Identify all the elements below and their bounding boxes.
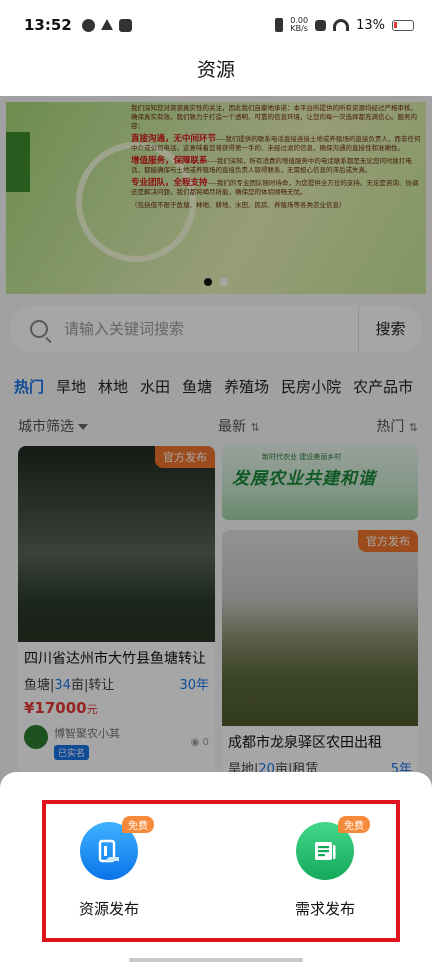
free-badge: 免费 [338, 816, 370, 833]
sim-off-icon [315, 19, 327, 31]
free-badge: 免费 [122, 816, 154, 833]
document-icon [98, 839, 119, 863]
app-notification-icon [81, 18, 95, 32]
status-time: 13:52 [24, 16, 72, 34]
notification-icons [81, 18, 132, 32]
home-indicator[interactable] [129, 958, 303, 962]
crown-icon [100, 18, 113, 30]
publish-circle: 免费 [80, 816, 154, 880]
list-icon [315, 842, 336, 860]
battery-percent: 13% [356, 17, 385, 33]
message-icon [118, 18, 132, 32]
system-icons: 0.00 KB/s 13% [275, 17, 414, 33]
demand-publish-label: 需求发布 [294, 900, 355, 918]
resource-publish-button[interactable]: 免费 资源发布 [54, 816, 164, 919]
resource-publish-label: 资源发布 [78, 900, 139, 918]
net-speed: 0.00 KB/s [290, 17, 308, 33]
net-speed-unit: KB/s [290, 24, 308, 33]
wifi-icon [333, 19, 350, 31]
publish-sheet: 免费 资源发布 免费 需求发布 [0, 772, 432, 964]
page-title-bar: 资源 [0, 50, 432, 96]
demand-circle: 免费 [296, 816, 370, 880]
page-title: 资源 [196, 59, 235, 81]
status-bar: 13:52 0.00 KB/s 13% [0, 0, 432, 50]
demand-publish-button[interactable]: 免费 需求发布 [270, 816, 380, 919]
vibrate-icon [275, 18, 284, 32]
battery-icon [392, 19, 414, 31]
